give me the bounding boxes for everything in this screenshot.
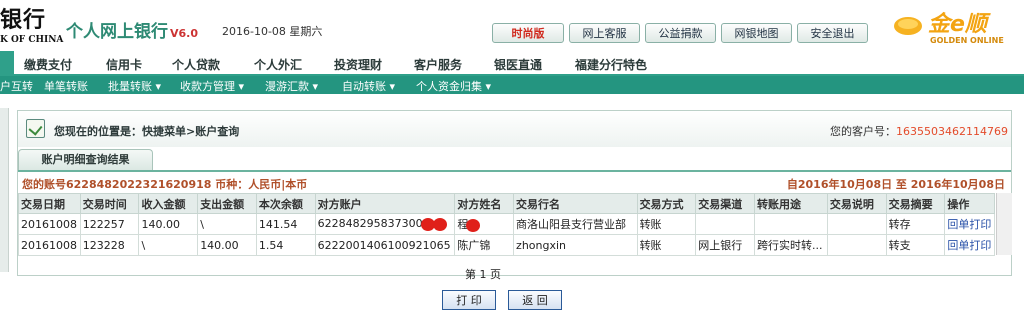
breadcrumb: 您现在的位置是：快捷菜单>账户查询 [54,125,240,138]
cell-balance: 1.54 [255,234,316,256]
logout-button[interactable]: 安全退出 [797,23,868,43]
header: 银行 K OF CHINA 个人网上银行 V6.0 2016-10-08 星期六 … [0,0,1024,50]
receipt-print-link[interactable]: 回单打印 [944,213,995,235]
subnav-item-mutual-transfer[interactable]: 户互转 [0,78,33,94]
subnav-item-fund-collection[interactable]: 个人资金归集 ▾ [416,78,491,94]
table-row: 20161008 122257 140.00 \ 141.54 62284829… [18,213,995,235]
col-time: 交易时间 [79,193,140,214]
receipt-print-link[interactable]: 回单打印 [944,234,995,256]
table-header-row: 交易日期 交易时间 收入金额 支出金额 本次余额 对方账户 对方姓名 交易行名 … [18,193,995,214]
cell-method: 转账 [636,213,697,235]
main-nav: 缴费支付 信用卡 个人贷款 个人外汇 投资理财 客户服务 银医直通 福建分行特色 [0,51,1024,77]
content-panel: 您现在的位置是：快捷菜单>账户查询 您的客户号：1635503462114769… [17,110,1012,276]
edit-check-icon [26,119,45,138]
nav-active-tab[interactable] [0,51,14,74]
cell-purpose [754,213,828,235]
bank-map-button[interactable]: 网银地图 [721,23,792,43]
cell-counter-name: 程 [454,213,515,235]
location-bar: 您现在的位置是：快捷菜单>账户查询 您的客户号：1635503462114769 [18,111,1011,147]
redaction-mark [466,218,481,232]
col-purpose: 转账用途 [754,193,828,214]
account-info-row: 您的账号6228482022321620918 币种：人民币|本币 自2016年… [18,170,1011,194]
cell-channel: 网上银行 [695,234,755,256]
col-summary: 交易摘要 [885,193,946,214]
online-service-button[interactable]: 网上客服 [569,23,640,43]
nav-item-fujian[interactable]: 福建分行特色 [575,56,647,73]
golden-online-logo: 金e顺 [928,12,987,37]
subnav-item-batch-transfer[interactable]: 批量转账 ▾ [108,78,161,94]
left-collapse-strip[interactable] [0,108,9,272]
cell-summary: 转存 [885,213,946,235]
cell-purpose: 跨行实时转... [754,234,828,256]
nav-item-credit-card[interactable]: 信用卡 [106,56,142,73]
cell-counter-account: 622848295837300 [314,213,456,235]
col-description: 交易说明 [826,193,887,214]
transaction-table: 交易日期 交易时间 收入金额 支出金额 本次余额 对方账户 对方姓名 交易行名 … [18,193,995,256]
table-scrollbar[interactable] [996,193,1012,255]
back-button[interactable]: 返 回 [508,290,562,310]
col-channel: 交易渠道 [695,193,755,214]
col-income: 收入金额 [138,193,199,214]
bank-logo-sub: K OF CHINA [0,35,64,45]
date-range: 自2016年10月08日 至 2016年10月08日 [786,178,1005,191]
page-indicator: 第 1 页 [465,268,501,281]
col-counter-name: 对方姓名 [454,193,515,214]
cell-description [826,234,887,256]
account-number: 您的账号6228482022321620918 币种：人民币|本币 [22,178,308,191]
cell-counter-account: 6222001406100921065 [314,234,456,256]
cell-time: 123228 [79,234,140,256]
col-date: 交易日期 [18,193,81,214]
cell-description [826,213,887,235]
customer-number: 您的客户号：1635503462114769 [830,125,1008,138]
donation-button[interactable]: 公益捐款 [645,23,716,43]
nav-item-payment[interactable]: 缴费支付 [24,56,72,73]
cell-date: 20161008 [18,213,81,235]
cell-time: 122257 [79,213,140,235]
cell-counter-name: 陈广锦 [454,234,515,256]
col-method: 交易方式 [636,193,697,214]
subnav-item-single-transfer[interactable]: 单笔转账 [44,78,88,94]
nav-item-forex[interactable]: 个人外汇 [254,56,302,73]
col-balance: 本次余额 [255,193,316,214]
redaction-mark [432,217,447,231]
cell-balance: 141.54 [255,213,316,235]
tab-result[interactable]: 账户明细查询结果 [18,149,153,170]
golden-online-sub: GOLDEN ONLINE [930,36,1004,45]
subnav-item-auto-transfer[interactable]: 自动转账 ▾ [342,78,395,94]
current-date: 2016-10-08 星期六 [222,25,323,38]
subnav-item-roaming[interactable]: 漫游汇款 ▾ [265,78,318,94]
cell-expense: \ [197,213,257,235]
nav-item-hospital[interactable]: 银医直通 [494,56,542,73]
col-counter-account: 对方账户 [314,193,456,214]
cell-income: \ [138,234,199,256]
cell-date: 20161008 [18,234,81,256]
table-row: 20161008 123228 \ 140.00 1.54 6222001406… [18,234,995,256]
cell-summary: 转支 [885,234,946,256]
col-action: 操作 [944,193,995,214]
fashion-version-button[interactable]: 时尚版 [492,23,564,43]
cell-bank-name: 商洛山阳县支行营业部 [513,213,638,235]
cell-bank-name: zhongxin [513,234,638,256]
print-button[interactable]: 打 印 [442,290,496,310]
sub-nav: 户互转 单笔转账 批量转账 ▾ 收款方管理 ▾ 漫游汇款 ▾ 自动转账 ▾ 个人… [0,76,1024,94]
nav-item-customer-service[interactable]: 客户服务 [414,56,462,73]
subnav-item-payee[interactable]: 收款方管理 ▾ [180,78,244,94]
app-version: V6.0 [170,27,198,40]
app-title: 个人网上银行 V6.0 [66,22,198,42]
cell-channel [695,213,755,235]
cell-expense: 140.00 [197,234,257,256]
cell-method: 转账 [636,234,697,256]
col-expense: 支出金额 [197,193,257,214]
nav-item-investment[interactable]: 投资理财 [334,56,382,73]
col-bank-name: 交易行名 [513,193,638,214]
cell-income: 140.00 [138,213,199,235]
nav-item-personal-loan[interactable]: 个人贷款 [172,56,220,73]
bank-logo: 银行 [0,7,47,33]
